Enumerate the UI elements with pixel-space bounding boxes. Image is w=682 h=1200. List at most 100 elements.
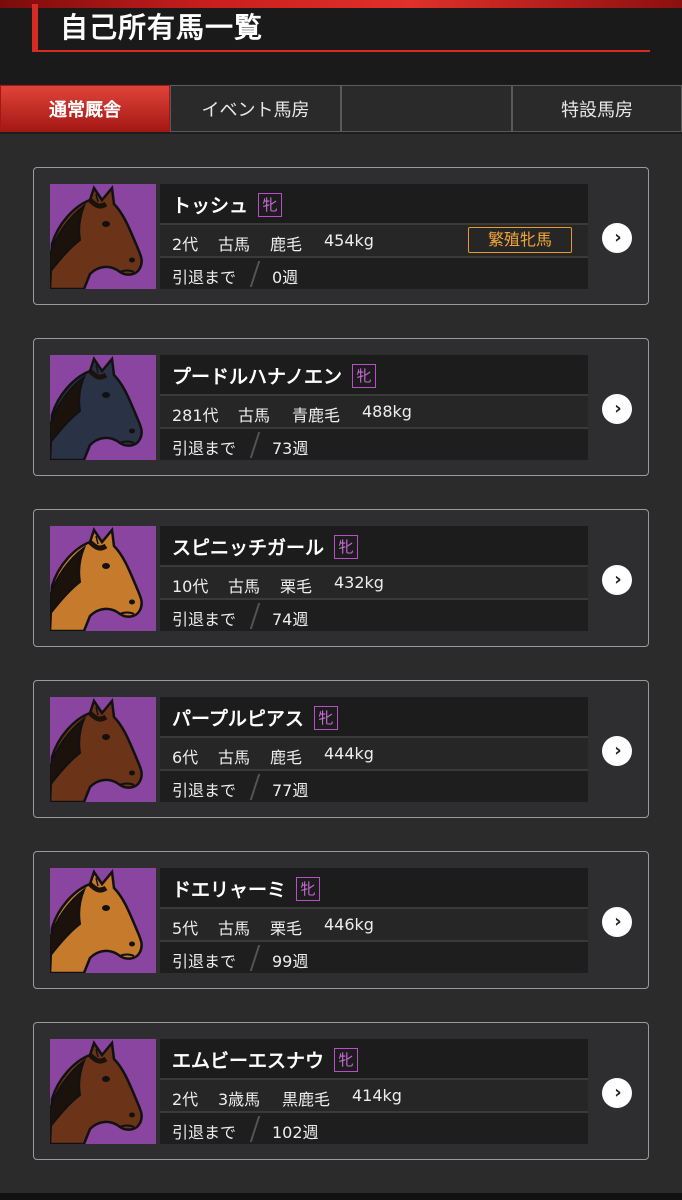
retire-row: 引退まで 0週 [160, 258, 588, 289]
retire-label: 引退まで [172, 952, 237, 971]
retire-weeks: 77週 [272, 781, 309, 800]
retire-row: 引退まで 99週 [160, 942, 588, 973]
generation: 10代 [172, 577, 209, 596]
divider [249, 945, 261, 971]
horse-info: スピニッチガール牝 10代 古馬 栗毛 432kg 引退まで 74週 [160, 526, 588, 632]
age-class: 古馬 [218, 235, 251, 254]
tab-empty[interactable] [341, 85, 512, 132]
weight: 432kg [334, 573, 384, 592]
retire-label: 引退まで [172, 268, 237, 287]
weight: 454kg [324, 231, 374, 250]
horse-info: パープルピアス牝 6代 古馬 鹿毛 444kg 引退まで 77週 [160, 697, 588, 803]
coat-color: 黒鹿毛 [282, 1090, 331, 1109]
divider [249, 261, 261, 287]
age-class: 古馬 [218, 748, 251, 767]
horse-portrait [50, 184, 156, 289]
retire-weeks: 0週 [272, 268, 299, 287]
horse-name: ドエリャーミ牝 [172, 875, 321, 902]
chevron-right-icon[interactable]: › [602, 565, 632, 595]
horse-name: トッシュ牝 [172, 191, 283, 218]
horse-card[interactable]: ドエリャーミ牝 5代 古馬 栗毛 446kg 引退まで 99週 › [33, 851, 649, 989]
horse-name: エムビーエスナウ牝 [172, 1046, 359, 1073]
horse-head-icon [50, 355, 156, 460]
horse-head-icon [50, 184, 156, 289]
generation: 2代 [172, 1090, 199, 1109]
sex-badge: 牝 [258, 193, 283, 217]
horse-portrait [50, 526, 156, 631]
tab-event-stall[interactable]: イベント馬房 [170, 85, 341, 132]
horse-stats: 2代 古馬 鹿毛 454kg 繁殖牝馬 [160, 225, 588, 258]
chevron-right-icon[interactable]: › [602, 394, 632, 424]
age-class: 古馬 [218, 919, 251, 938]
bottom-bar [0, 1193, 682, 1200]
horse-card[interactable]: パープルピアス牝 6代 古馬 鹿毛 444kg 引退まで 77週 › [33, 680, 649, 818]
tab-special-stall[interactable]: 特設馬房 [512, 85, 682, 132]
retire-label: 引退まで [172, 781, 237, 800]
retire-row: 引退まで 77週 [160, 771, 588, 802]
sex-badge: 牝 [334, 1048, 359, 1072]
horse-head-icon [50, 526, 156, 631]
coat-color: 鹿毛 [270, 235, 303, 254]
retire-label: 引退まで [172, 439, 237, 458]
divider [249, 1116, 261, 1142]
sex-badge: 牝 [296, 877, 321, 901]
retire-weeks: 73週 [272, 439, 309, 458]
generation: 281代 [172, 406, 219, 425]
sex-badge: 牝 [313, 706, 338, 730]
sex-badge: 牝 [334, 535, 359, 559]
horse-head-icon [50, 868, 156, 973]
generation: 6代 [172, 748, 199, 767]
retire-label: 引退まで [172, 1123, 237, 1142]
weight: 414kg [352, 1086, 402, 1105]
coat-color: 栗毛 [280, 577, 313, 596]
tab-normal-stable[interactable]: 通常厩舎 [0, 85, 170, 132]
broodmare-badge: 繁殖牝馬 [468, 227, 572, 253]
retire-label: 引退まで [172, 610, 237, 629]
chevron-right-icon[interactable]: › [602, 223, 632, 253]
horse-stats: 10代 古馬 栗毛 432kg [160, 567, 588, 600]
horse-name: パープルピアス牝 [172, 704, 338, 731]
generation: 5代 [172, 919, 199, 938]
page-title: 自己所有馬一覧 [60, 11, 264, 44]
horse-portrait [50, 1039, 156, 1144]
horse-stats: 281代 古馬 青鹿毛 488kg [160, 396, 588, 429]
horse-stats: 6代 古馬 鹿毛 444kg [160, 738, 588, 771]
divider [249, 774, 261, 800]
generation: 2代 [172, 235, 199, 254]
horse-portrait [50, 355, 156, 460]
horse-info: エムビーエスナウ牝 2代 3歳馬 黒鹿毛 414kg 引退まで 102週 [160, 1039, 588, 1145]
weight: 446kg [324, 915, 374, 934]
horse-info: プードルハナノエン牝 281代 古馬 青鹿毛 488kg 引退まで 73週 [160, 355, 588, 461]
retire-weeks: 99週 [272, 952, 309, 971]
weight: 488kg [362, 402, 412, 421]
retire-row: 引退まで 74週 [160, 600, 588, 631]
horse-stats: 5代 古馬 栗毛 446kg [160, 909, 588, 942]
horse-head-icon [50, 697, 156, 802]
title-bar: 自己所有馬一覧 [32, 4, 650, 52]
coat-color: 鹿毛 [270, 748, 303, 767]
coat-color: 栗毛 [270, 919, 303, 938]
chevron-right-icon[interactable]: › [602, 907, 632, 937]
sex-badge: 牝 [352, 364, 377, 388]
horse-card[interactable]: プードルハナノエン牝 281代 古馬 青鹿毛 488kg 引退まで 73週 › [33, 338, 649, 476]
age-class: 古馬 [228, 577, 261, 596]
horse-head-icon [50, 1039, 156, 1144]
chevron-right-icon[interactable]: › [602, 736, 632, 766]
retire-weeks: 102週 [272, 1123, 319, 1142]
coat-color: 青鹿毛 [292, 406, 341, 425]
horse-portrait [50, 697, 156, 802]
retire-weeks: 74週 [272, 610, 309, 629]
horse-portrait [50, 868, 156, 973]
horse-card[interactable]: スピニッチガール牝 10代 古馬 栗毛 432kg 引退まで 74週 › [33, 509, 649, 647]
horse-info: ドエリャーミ牝 5代 古馬 栗毛 446kg 引退まで 99週 [160, 868, 588, 974]
chevron-right-icon[interactable]: › [602, 1078, 632, 1108]
horse-card[interactable]: エムビーエスナウ牝 2代 3歳馬 黒鹿毛 414kg 引退まで 102週 › [33, 1022, 649, 1160]
weight: 444kg [324, 744, 374, 763]
age-class: 3歳馬 [218, 1090, 261, 1109]
horse-name: プードルハナノエン牝 [172, 362, 377, 389]
horse-name: スピニッチガール牝 [172, 533, 359, 560]
horse-card[interactable]: トッシュ牝 2代 古馬 鹿毛 454kg 繁殖牝馬 引退まで 0週 › [33, 167, 649, 305]
age-class: 古馬 [238, 406, 271, 425]
retire-row: 引退まで 73週 [160, 429, 588, 460]
divider [249, 432, 261, 458]
